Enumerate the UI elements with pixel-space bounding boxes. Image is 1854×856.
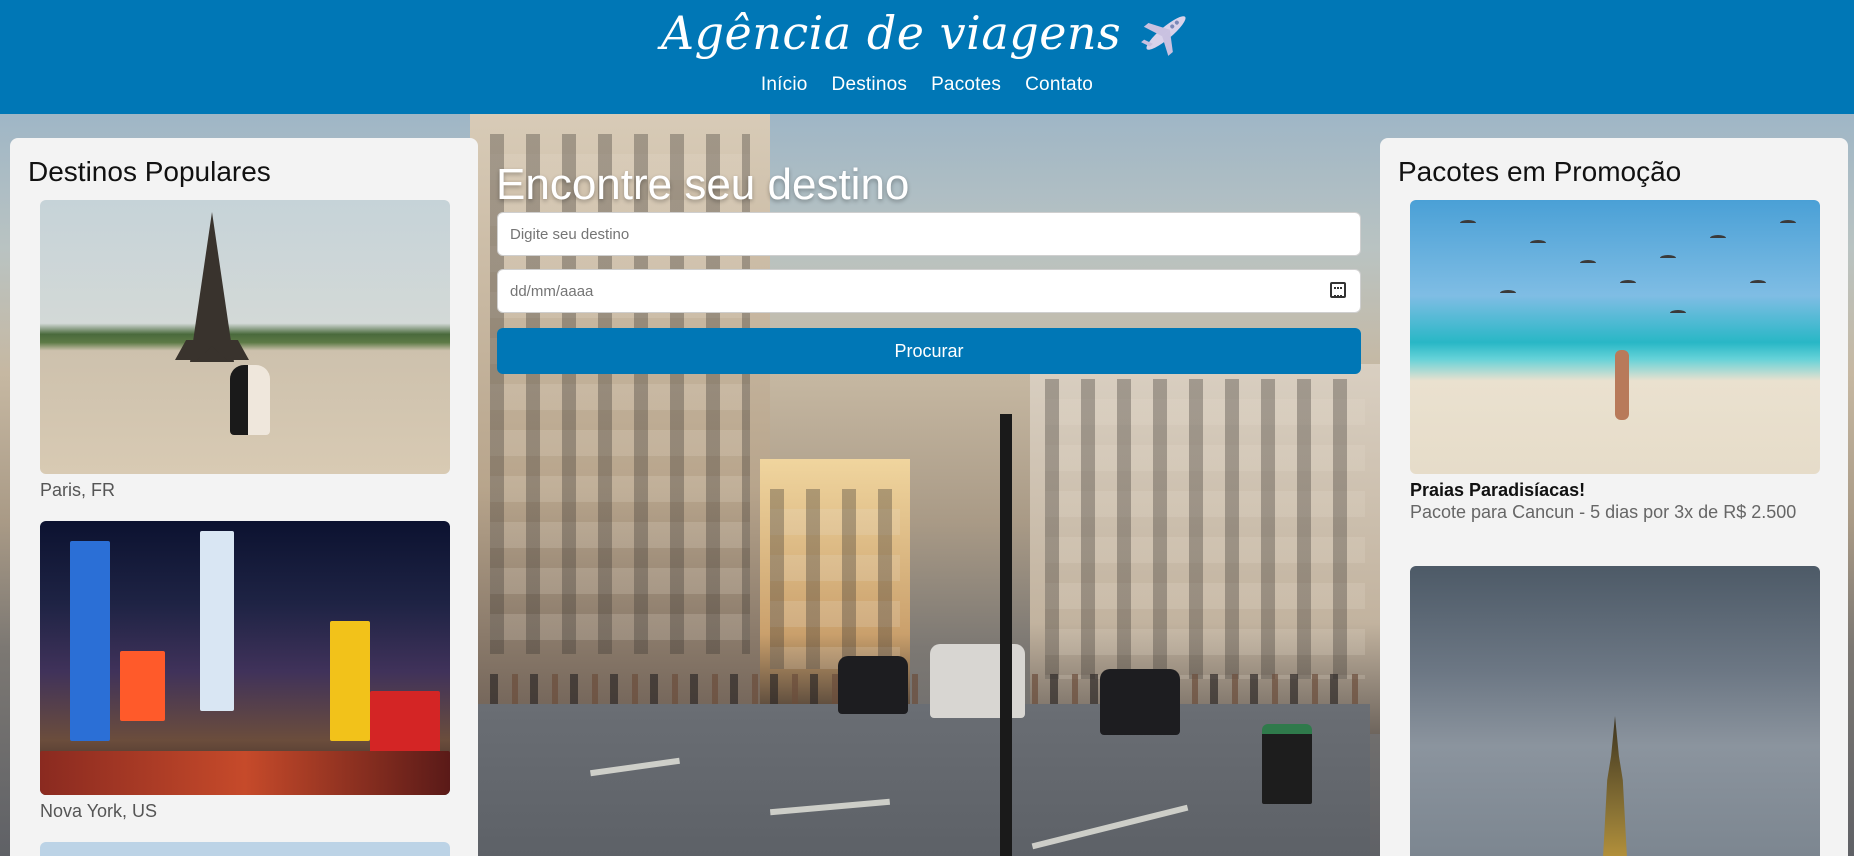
destination-input[interactable]	[497, 212, 1361, 256]
paris-image[interactable]	[40, 200, 450, 474]
promo-title: Praias Paradisíacas!	[1410, 480, 1586, 500]
brand: Agência de viagens	[0, 6, 1854, 60]
taxi	[838, 656, 908, 714]
nav-inicio[interactable]: Início	[761, 74, 808, 96]
site-title: Agência de viagens	[660, 6, 1122, 60]
panel-title: Destinos Populares	[28, 156, 271, 187]
promo-description: Pacote para Cancun - 5 dias por 3x de R$…	[1410, 502, 1797, 522]
calendar-icon[interactable]	[1330, 282, 1346, 298]
date-input[interactable]	[497, 269, 1361, 313]
trash-bin	[1262, 724, 1312, 804]
search-title: Encontre seu destino	[496, 160, 910, 209]
big-ben-image[interactable]	[1410, 566, 1820, 856]
panel-title: Pacotes em Promoção	[1398, 156, 1682, 187]
nav-pacotes[interactable]: Pacotes	[931, 74, 1001, 96]
big-ben-tower	[1602, 716, 1628, 856]
site-header: Agência de viagens Início Destinos Pacot…	[0, 0, 1854, 114]
destination-caption: Nova York, US	[40, 801, 158, 821]
popular-destinations-panel: Destinos Populares Paris, FR Nova York, …	[10, 138, 478, 856]
airplane-icon	[1141, 16, 1186, 56]
taxi	[1100, 669, 1180, 735]
new-york-image[interactable]	[40, 521, 450, 795]
traffic-pole	[1000, 414, 1012, 856]
search-button[interactable]: Procurar	[497, 328, 1361, 374]
nav-contato[interactable]: Contato	[1025, 74, 1093, 96]
nav-destinos[interactable]: Destinos	[832, 74, 908, 96]
promo-packages-panel: Pacotes em Promoção Praias Paradisíacas!…	[1380, 138, 1848, 856]
main-nav: Início Destinos Pacotes Contato	[0, 74, 1854, 96]
destination-image[interactable]	[40, 842, 450, 856]
beach-image[interactable]	[1410, 200, 1820, 474]
destination-caption: Paris, FR	[40, 480, 116, 500]
street	[470, 704, 1370, 856]
